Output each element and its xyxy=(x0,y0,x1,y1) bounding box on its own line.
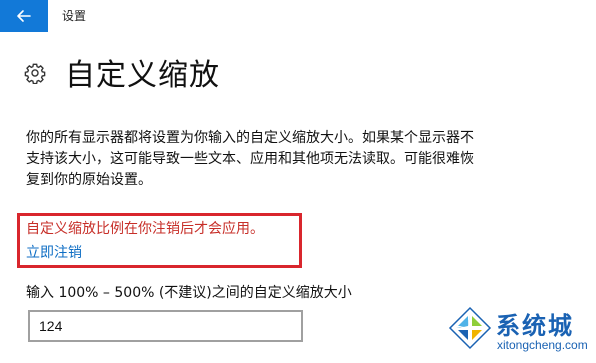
windows-logo-icon xyxy=(448,306,492,350)
page-title: 自定义缩放 xyxy=(65,58,220,93)
sign-out-now-link[interactable]: 立即注销 xyxy=(26,242,82,262)
window-title: 设置 xyxy=(62,9,87,23)
gear-icon xyxy=(24,63,46,84)
custom-scale-input[interactable] xyxy=(28,310,303,342)
back-arrow-icon xyxy=(17,10,31,22)
watermark-brand: 系统城 xyxy=(496,312,574,340)
watermark-domain: xitongcheng.com xyxy=(497,338,588,352)
scale-range-label: 输入 100% – 500% (不建议)之间的自定义缩放大小 xyxy=(26,285,352,301)
title-bar: 设置 xyxy=(0,0,596,32)
description-text: 你的所有显示器都将设置为你输入的自定义缩放大小。如果某个显示器不支持该大小，这可… xyxy=(26,130,474,188)
alert-message: 自定义缩放比例在你注销后才会应用。 xyxy=(26,221,264,237)
back-button[interactable] xyxy=(0,0,48,32)
